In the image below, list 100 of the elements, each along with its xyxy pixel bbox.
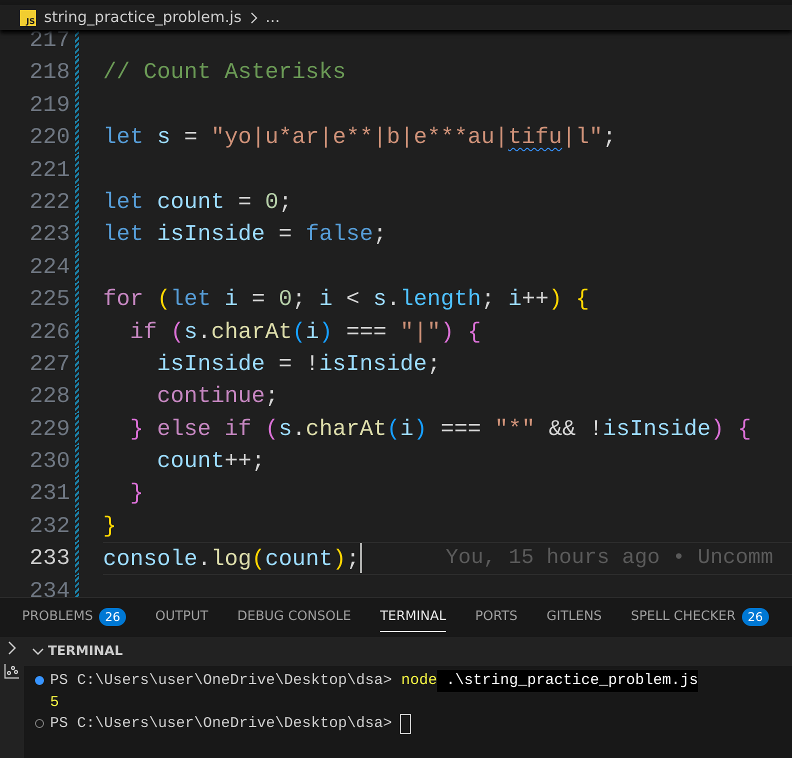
code-token: {	[736, 414, 752, 444]
code-token: (	[292, 318, 306, 347]
line-number: 223	[28, 220, 70, 250]
chevron-icon[interactable]	[32, 646, 44, 658]
line-number: 228	[28, 382, 70, 412]
code-token: {	[574, 285, 590, 314]
panel-tab[interactable]: DEBUG CONSOLE	[237, 598, 352, 637]
code-token: )	[414, 414, 428, 444]
line-number: 234	[28, 576, 70, 597]
code-token: let	[103, 188, 144, 217]
code-token: i	[306, 318, 320, 347]
breadcrumb-more[interactable]: ...	[266, 6, 280, 29]
code-token: (	[170, 318, 184, 347]
code-token: i	[507, 285, 522, 314]
code-token: charAt	[211, 318, 292, 347]
line-number: 229	[28, 414, 70, 444]
code-token: isInside	[156, 220, 266, 250]
file-name[interactable]: string_practice_problem.js	[44, 6, 242, 29]
line-number: 227	[28, 350, 70, 379]
code-token: (	[252, 545, 266, 574]
code-token: tifu	[508, 123, 562, 152]
line-number: 222	[28, 188, 70, 217]
code-token: =	[237, 188, 252, 217]
panel-tab[interactable]: PORTS	[475, 598, 518, 637]
prompt-text: PS C:\Users\user\OneDrive\Desktop\dsa>	[50, 671, 392, 691]
terminal-cursor	[400, 714, 412, 734]
prompt-text: PS C:\Users\user\OneDrive\Desktop\dsa>	[50, 714, 392, 734]
code-token: =	[278, 220, 292, 250]
line-number: 232	[28, 512, 70, 541]
code-token: let	[170, 285, 212, 314]
section-title: TERMINAL	[48, 642, 123, 661]
code-token: i	[400, 414, 414, 444]
code-token: .	[386, 285, 400, 314]
code-token: = !	[278, 350, 320, 379]
chart-icon	[4, 663, 20, 679]
code-token: let	[103, 123, 144, 152]
code-token: let	[103, 220, 144, 250]
line-number: 220	[28, 123, 70, 152]
code-token: length	[400, 285, 482, 314]
code-token: charAt	[306, 414, 387, 444]
code-token: (	[264, 414, 279, 444]
code-token: if	[224, 414, 252, 444]
command-text: node	[401, 671, 438, 691]
code-token: ===	[345, 318, 387, 347]
code-token: ;	[346, 545, 360, 574]
js-file-icon: JS	[20, 10, 36, 26]
code-token: isInside	[319, 350, 428, 379]
code-token: continue	[156, 382, 266, 412]
code-token: ;	[481, 285, 495, 314]
panel-tab[interactable]: OUTPUT	[155, 598, 208, 637]
code-token: count	[156, 447, 225, 476]
code-token: {	[466, 318, 482, 347]
code-token: )	[440, 318, 454, 347]
panel-tab[interactable]: PROBLEMS 26	[22, 598, 126, 637]
code-token: )	[332, 545, 346, 574]
code-token: 0	[264, 188, 279, 217]
code-token: ;	[292, 285, 306, 314]
code-token: for	[103, 285, 144, 314]
text-cursor	[360, 543, 362, 574]
code-token: .	[198, 318, 212, 347]
code-token: |l"	[562, 123, 603, 152]
code-token: }	[129, 479, 144, 508]
code-token: .	[198, 545, 212, 574]
code-token: ++	[522, 285, 549, 314]
code-token: false	[304, 220, 374, 250]
code-token: ===	[440, 414, 482, 444]
line-number: 218	[28, 58, 70, 88]
code-token: "yo|u*ar|e**|b|e***au|	[210, 123, 508, 152]
count-badge: 26	[98, 608, 126, 626]
code-token: )	[710, 414, 724, 444]
code-token: "*"	[494, 414, 536, 444]
code-token: count	[156, 188, 225, 217]
code-token: 0	[278, 285, 292, 314]
line-number: 217	[28, 30, 70, 55]
code-token: (	[156, 285, 171, 314]
code-token: console	[103, 545, 198, 574]
code-token: ;	[427, 350, 441, 379]
chevron-icon	[250, 12, 258, 24]
code-token: isInside	[602, 414, 711, 444]
code-token: )	[319, 318, 333, 347]
command-args: .\string_practice_problem.js	[437, 670, 698, 692]
panel-tab[interactable]: SPELL CHECKER 26	[630, 598, 769, 637]
code-token: // Count Asterisks	[103, 58, 346, 88]
code-token: (	[386, 414, 400, 444]
code-token: s	[184, 318, 198, 347]
count-badge: 26	[742, 608, 769, 626]
panel-tab[interactable]: TERMINAL	[380, 598, 446, 637]
code-token: }	[129, 414, 144, 444]
panel-tab[interactable]: GITLENS	[546, 598, 602, 637]
code-token: i	[224, 285, 238, 314]
line-number: 224	[28, 252, 70, 282]
code-token: =	[250, 285, 266, 314]
code-token: ;	[373, 220, 387, 250]
code-token: ;	[278, 188, 292, 217]
output-text: 5	[50, 692, 60, 712]
line-number: 226	[28, 318, 70, 347]
code-token: "|"	[399, 318, 441, 347]
code-token: s	[156, 123, 171, 152]
code-token: .	[292, 414, 306, 444]
line-number: 230	[28, 447, 70, 476]
